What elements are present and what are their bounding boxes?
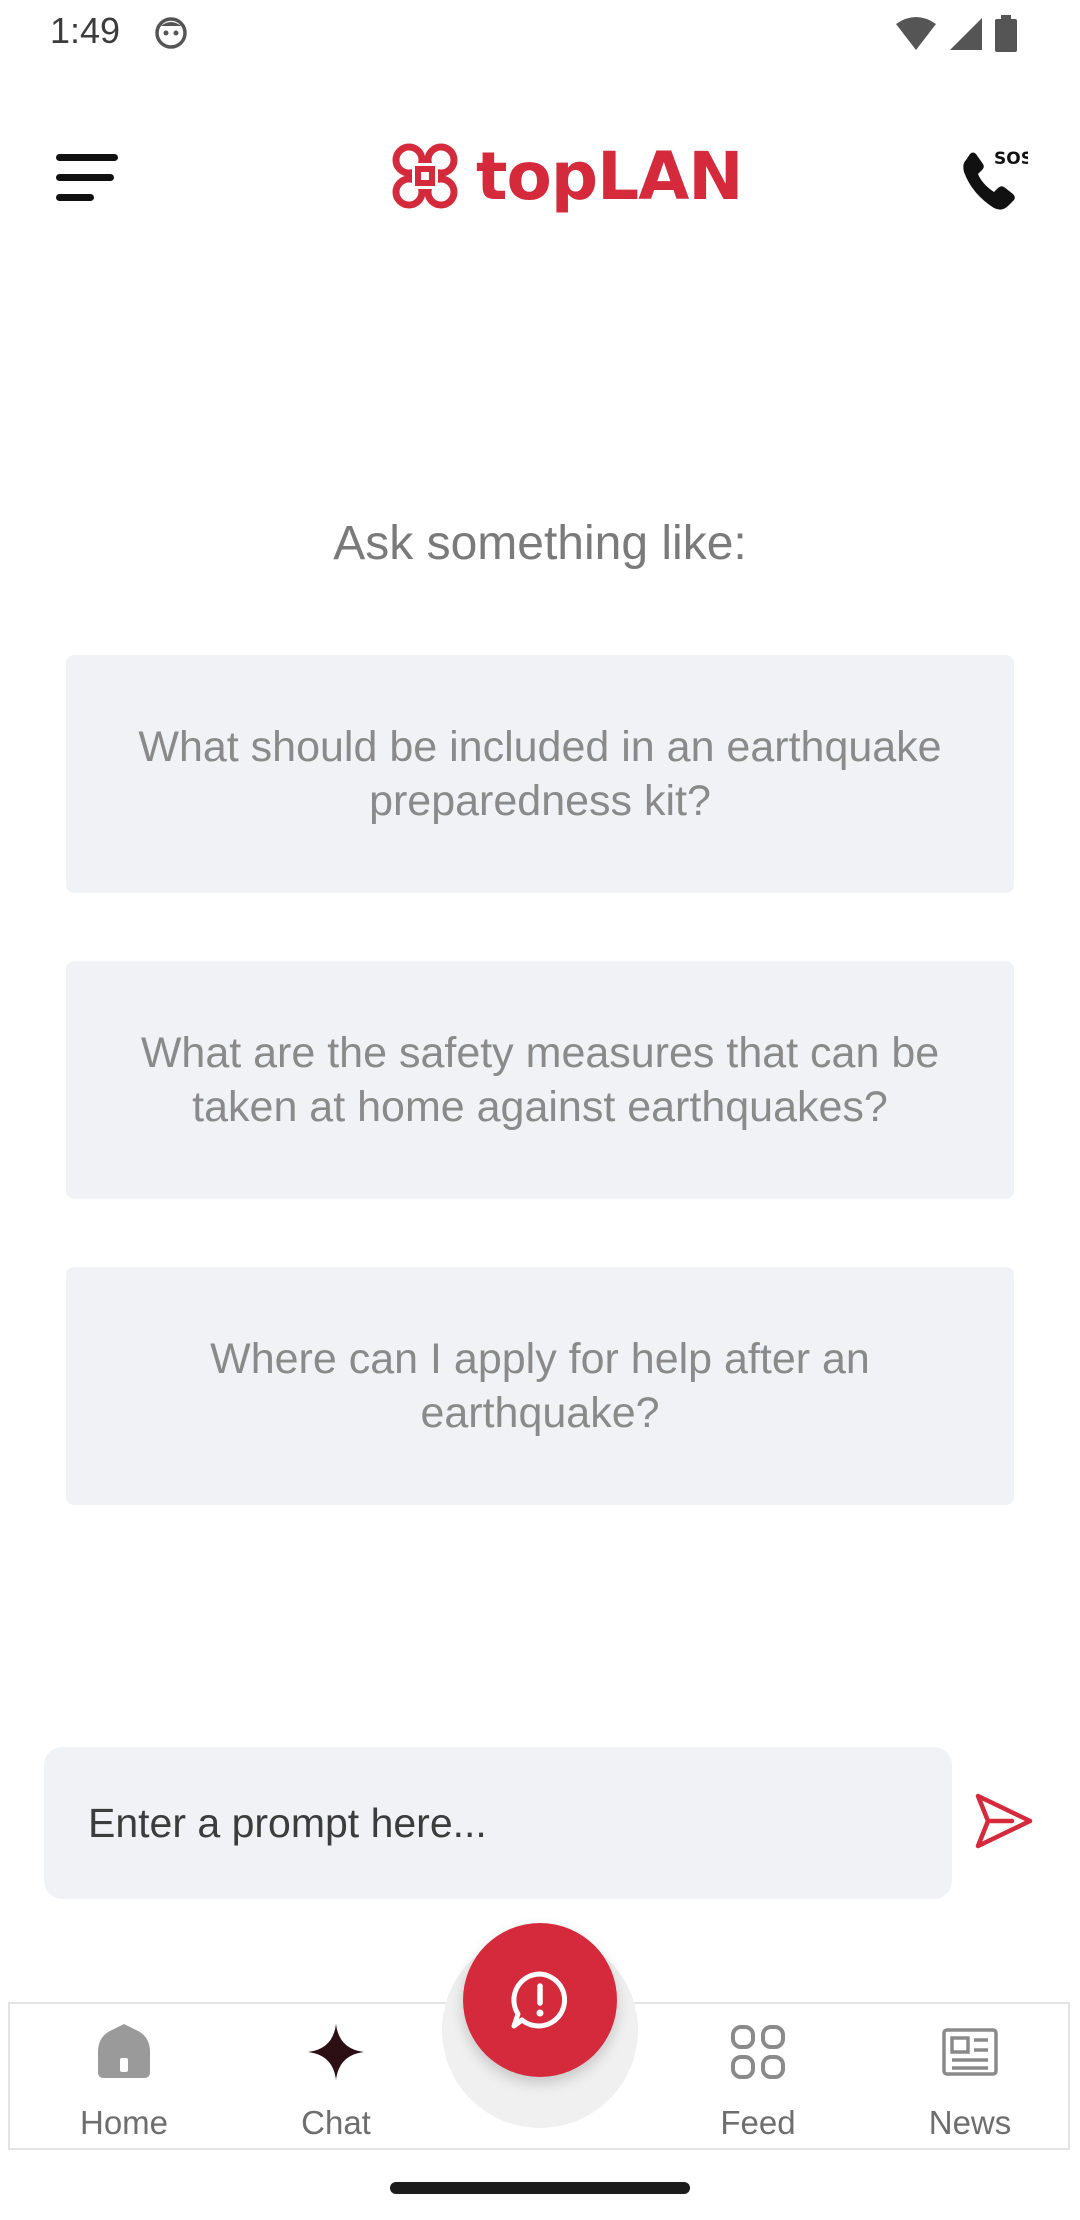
logo-text: topLAN: [476, 137, 744, 215]
suggestion-card[interactable]: Where can I apply for help after an eart…: [66, 1267, 1014, 1505]
status-icons: [894, 14, 1018, 54]
nav-item-chat[interactable]: Chat: [246, 2004, 426, 2152]
home-icon: [98, 2024, 150, 2078]
nav-label-news: News: [928, 2104, 1012, 2141]
battery-icon: [995, 15, 1017, 52]
suggestion-text: What are the safety measures that can be…: [140, 1029, 940, 1131]
suggestion-card[interactable]: What are the safety measures that can be…: [66, 961, 1014, 1199]
status-time: 1:49: [50, 10, 121, 51]
suggestion-text: Where can I apply for help after an eart…: [210, 1335, 870, 1437]
alert-chat-button[interactable]: [463, 1923, 617, 2077]
nav-label-home: Home: [79, 2104, 169, 2141]
status-bar: 1:49: [0, 0, 1080, 68]
prompt-box: [44, 1747, 952, 1899]
prompt-input[interactable]: [44, 1747, 952, 1899]
newspaper-icon: [942, 2028, 998, 2076]
home-indicator[interactable]: [390, 2182, 690, 2194]
suggestion-card[interactable]: What should be included in an earthquake…: [66, 655, 1014, 893]
send-icon[interactable]: [972, 1790, 1034, 1852]
suggestion-text: What should be included in an earthquake…: [138, 723, 942, 825]
sparkle-icon: [308, 2024, 364, 2080]
sos-label: SOS: [994, 149, 1028, 169]
nav-item-feed[interactable]: Feed: [668, 2004, 848, 2152]
grid-icon: [731, 2025, 785, 2079]
app-logo: topLAN: [388, 136, 744, 216]
nav-item-news[interactable]: News: [880, 2004, 1060, 2152]
menu-icon[interactable]: [54, 150, 120, 206]
chat-screen: 1:49 topLAN SOS Ask something like: What…: [0, 0, 1080, 2220]
alert-chat-icon: [511, 1971, 568, 2029]
status-app-icon: [155, 17, 187, 49]
sos-phone-icon[interactable]: SOS: [958, 142, 1028, 216]
nav-label-chat: Chat: [301, 2104, 371, 2141]
app-header: topLAN SOS: [0, 110, 1080, 240]
wifi-icon: [896, 17, 936, 50]
nav-label-feed: Feed: [720, 2104, 796, 2141]
nav-item-home[interactable]: Home: [34, 2004, 214, 2152]
signal-icon: [950, 18, 982, 50]
logo-mark-icon: [392, 143, 458, 209]
ask-title: Ask something like:: [333, 517, 747, 570]
